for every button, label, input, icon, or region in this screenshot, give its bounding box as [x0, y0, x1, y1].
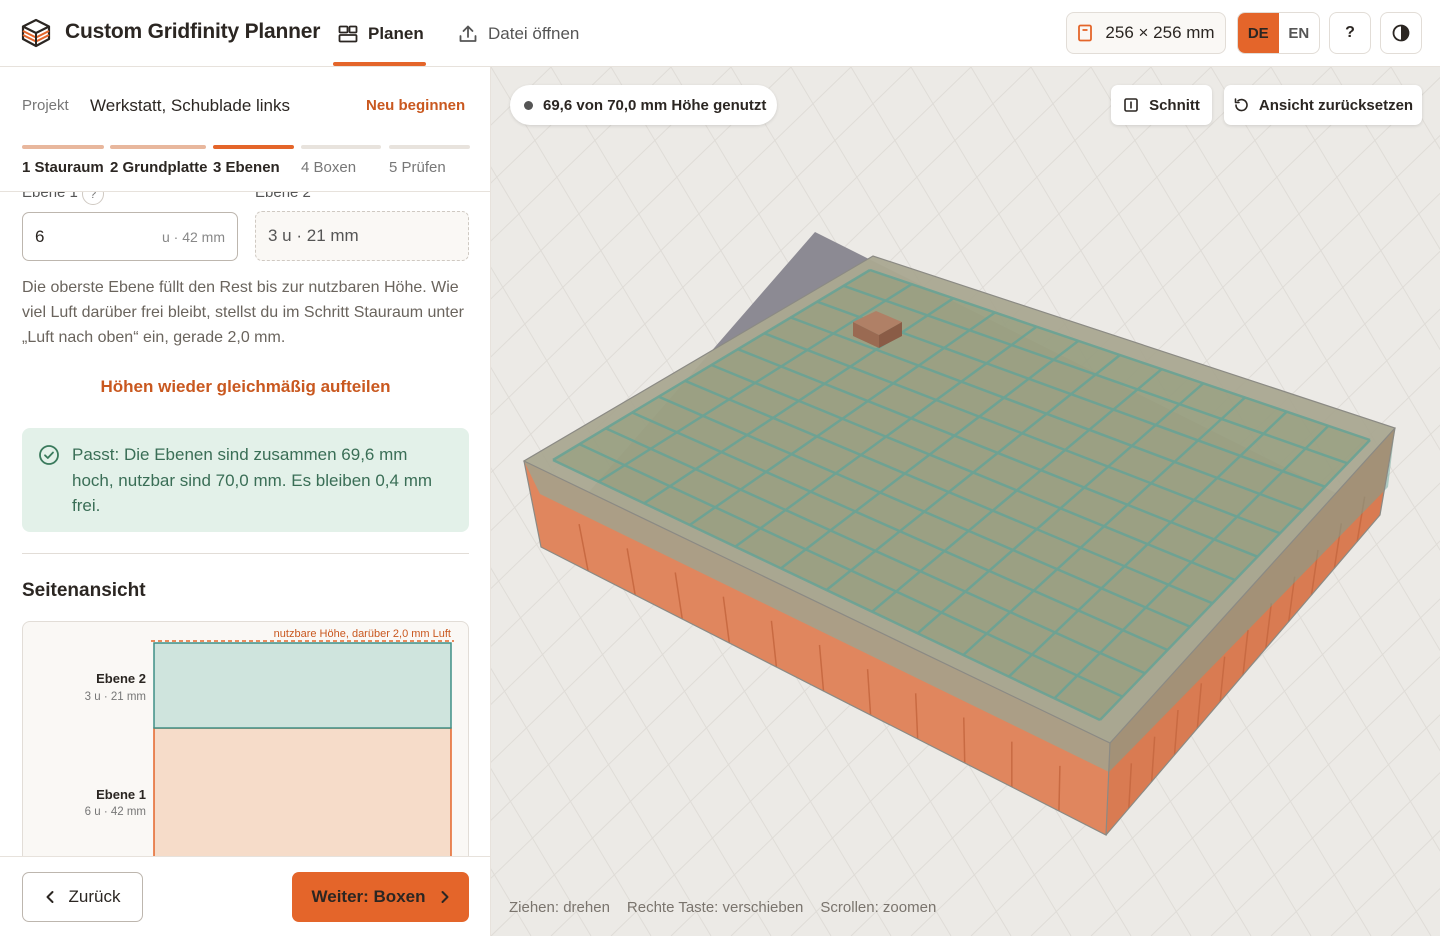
language-switch: DE EN	[1237, 12, 1320, 54]
step-stauraum[interactable]: 1 Stauraum	[22, 145, 104, 176]
sidebar-scroll-area[interactable]: Ebene 1 ? Ebene 2 6 u · 42 mm 3 u · 21 m…	[0, 192, 490, 856]
height-usage-badge: 69,6 von 70,0 mm Höhe genutzt	[510, 85, 777, 125]
control-hints: Ziehen: drehen Rechte Taste: verschieben…	[509, 899, 936, 916]
step-progress: 1 Stauraum 2 Grundplatte 3 Ebenen 4 Boxe…	[22, 145, 470, 185]
lang-de-button[interactable]: DE	[1238, 13, 1279, 53]
height-usage-label: 69,6 von 70,0 mm Höhe genutzt	[543, 96, 767, 114]
success-message: Passt: Die Ebenen sind zusammen 69,6 mm …	[72, 445, 433, 515]
step-label: Stauraum	[34, 159, 104, 176]
nav-open-label: Datei öffnen	[488, 24, 580, 43]
drawer-size-button[interactable]: 256 × 256 mm	[1066, 12, 1226, 54]
level1-value: 6	[35, 226, 45, 246]
level1-block	[153, 727, 452, 856]
success-notice: Passt: Die Ebenen sind zusammen 69,6 mm …	[22, 428, 469, 532]
project-label: Projekt	[22, 97, 69, 114]
check-circle-icon	[39, 445, 59, 465]
section-cut-label: Schnitt	[1149, 96, 1200, 114]
drawer-size-label: 256 × 256 mm	[1105, 23, 1215, 42]
contrast-icon	[1392, 24, 1410, 42]
side-view-panel: nutzbare Höhe, darüber 2,0 mm Luft Ebene…	[22, 621, 469, 856]
upload-icon	[459, 25, 477, 42]
step-ebenen[interactable]: 3 Ebenen	[213, 145, 294, 176]
level2-block	[153, 642, 452, 729]
info-icon[interactable]: ?	[82, 192, 104, 205]
reset-view-button[interactable]: Ansicht zurücksetzen	[1224, 85, 1422, 125]
layout-icon	[338, 25, 358, 43]
help-button[interactable]: ?	[1329, 12, 1371, 54]
back-button[interactable]: Zurück	[22, 872, 143, 922]
step-grundplatte[interactable]: 2 Grundplatte	[110, 145, 208, 176]
next-label: Weiter: Boxen	[311, 887, 426, 906]
chevron-right-icon	[441, 891, 448, 903]
level1-unit: u · 42 mm	[161, 228, 225, 245]
gridfinity-logo-icon	[21, 18, 51, 48]
side-view-title: Seitenansicht	[22, 580, 146, 601]
sidebar: Projekt Werkstatt, Schublade links Neu b…	[0, 67, 491, 936]
hint-rotate: Ziehen: drehen	[509, 899, 610, 916]
lang-en-button[interactable]: EN	[1279, 13, 1320, 53]
restart-link[interactable]: Neu beginnen	[366, 97, 465, 114]
info-text: Die oberste Ebene füllt den Rest bis zur…	[22, 279, 464, 346]
level1-sub: 6 u · 42 mm	[85, 806, 146, 818]
chevron-left-icon	[46, 891, 54, 903]
equalize-heights-button[interactable]: Höhen wieder gleichmäßig aufteilen	[22, 377, 469, 397]
step-label: Boxen	[313, 159, 357, 176]
side-view-diagram: nutzbare Höhe, darüber 2,0 mm Luft Ebene…	[85, 628, 454, 856]
app-header: Custom Gridfinity Planner Planen Datei ö…	[0, 0, 1440, 67]
step-boxen[interactable]: 4 Boxen	[301, 145, 381, 176]
level2-label: Ebene 2	[255, 192, 311, 201]
back-label: Zurück	[68, 887, 121, 906]
nav-open-file[interactable]: Datei öffnen	[458, 20, 579, 48]
3d-viewport[interactable]: 69,6 von 70,0 mm Höhe genutzt Schnitt An…	[491, 67, 1440, 936]
level1-name: Ebene 1	[96, 787, 146, 802]
level2-sub: 3 u · 21 mm	[85, 691, 146, 703]
level2-height-display: 3 u · 21 mm	[255, 211, 469, 261]
nav-plan[interactable]: Planen	[338, 20, 424, 48]
divider	[22, 553, 469, 554]
theme-toggle-button[interactable]	[1380, 12, 1422, 54]
drawer-icon	[1078, 24, 1093, 42]
step-label: Prüfen	[401, 159, 446, 176]
section-cut-button[interactable]: Schnitt	[1111, 85, 1212, 125]
hint-zoom: Scrollen: zoomen	[820, 899, 937, 916]
level2-name: Ebene 2	[96, 671, 146, 686]
status-dot	[524, 100, 533, 110]
step-pruefen[interactable]: 5 Prüfen	[389, 145, 470, 176]
step-label: Ebenen	[225, 159, 280, 176]
reset-view-label: Ansicht zurücksetzen	[1258, 96, 1414, 114]
sidebar-footer: Zurück Weiter: Boxen	[0, 856, 490, 936]
app-title: Custom Gridfinity Planner	[65, 20, 321, 43]
level1-label: Ebene 1	[22, 192, 78, 201]
rotate-ccw-icon	[1234, 98, 1248, 112]
nav-active-indicator	[333, 62, 426, 66]
step-label: Grundplatte	[122, 159, 208, 176]
project-name[interactable]: Werkstatt, Schublade links	[90, 96, 290, 116]
next-button[interactable]: Weiter: Boxen	[292, 872, 469, 922]
hint-pan: Rechte Taste: verschieben	[626, 899, 804, 916]
section-icon	[1124, 98, 1138, 112]
drawer-model	[522, 232, 1397, 836]
usable-height-label: nutzbare Höhe, darüber 2,0 mm Luft	[274, 628, 451, 640]
level1-height-input[interactable]: 6 u · 42 mm	[22, 212, 238, 261]
nav-plan-label: Planen	[368, 24, 424, 43]
